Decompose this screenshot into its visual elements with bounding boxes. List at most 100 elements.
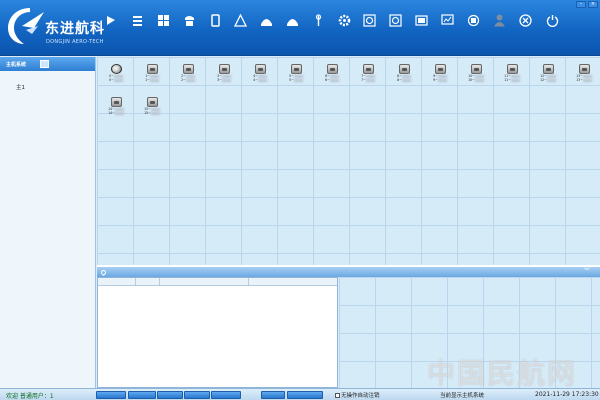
extension-status: 3~ [217,78,231,82]
toolbar-button-10[interactable] [356,6,382,42]
extension-cell[interactable]: 10~ 10~ [461,60,491,88]
phone-icon [218,64,230,74]
window-controls: – × [576,1,598,8]
extension-status: 14~ [108,111,124,115]
close-button[interactable]: × [588,1,598,8]
extension-cell[interactable]: 4~ 4~ [245,60,275,88]
watermark: 中国民航网 [427,357,578,390]
extension-cell[interactable]: 9~ 9~ [425,60,455,88]
extension-cell[interactable]: 1~ 1~ [137,60,167,88]
extension-status: 10~ [468,78,484,82]
toolbar-button-14[interactable] [460,6,486,42]
sidebar-header: 主机系统 [0,57,95,71]
close-circle-icon [518,14,532,27]
toolbar-button-9[interactable] [331,6,357,42]
auto-logout-label: 无操作自动注销 [341,393,380,399]
extension-status: 13~ [576,78,592,82]
status-button-1[interactable] [128,391,156,399]
extension-status: 1~ [145,78,159,82]
status-button-6[interactable] [287,391,323,399]
target-icon [388,14,402,27]
toolbar-button-0[interactable] [98,6,124,42]
extension-status: 11~ [504,78,520,82]
app-window: 东进航科 DONGJIN AERO-TECH – × 主机系统 主1 0~ 0~ 1… [0,0,600,400]
toolbar-button-17[interactable] [539,6,565,42]
extension-status: 4~ [253,78,267,82]
status-button-2[interactable] [157,391,183,399]
main-toolbar: 东进航科 DONGJIN AERO-TECH – × [0,0,600,56]
toolbar-button-3[interactable] [176,6,202,42]
extension-status: 5~ [289,78,303,82]
phone-icon [578,64,590,74]
message-section-bar: ︾ [97,267,600,277]
toolbar-button-5[interactable] [227,6,253,42]
extension-cell[interactable]: 11~ 11~ [497,60,527,88]
phone-icon [362,64,374,74]
toolbar-button-13[interactable] [434,6,460,42]
phone-icon [470,64,482,74]
toolbar-button-2[interactable] [150,6,176,42]
extension-grid: 0~ 0~ 1~ 1~ 2~ 2~ 3~ 3~ 4~ 4~ 5~ 5~ 6~ 6~ 7~ 7~ 8~ 8~ 9~ 9~… [97,57,600,265]
toolbar-button-8[interactable] [305,6,331,42]
speaker-icon [110,64,122,74]
auto-logout-checkbox[interactable]: 无操作自动注销 [335,391,380,399]
toolbar-button-16[interactable] [512,6,538,42]
toolbar-button-1[interactable] [124,6,150,42]
status-button-5[interactable] [261,391,285,399]
welcome-text: 欢迎 普通用户：1 [6,393,54,400]
toolbar-button-12[interactable] [408,6,434,42]
toolbar-button-6[interactable] [253,6,279,42]
phone-icon [398,64,410,74]
extension-status: 7~ [361,78,375,82]
extension-cell[interactable]: 13~ 13~ [569,60,599,88]
minimize-button[interactable]: – [576,1,586,8]
extension-cell[interactable]: 0~ 0~ [101,60,131,88]
toolbar-button-11[interactable] [382,6,408,42]
gear-icon [338,14,351,27]
dome-icon [286,14,299,27]
extension-status: 12~ [540,78,556,82]
extension-cell[interactable]: 3~ 3~ [209,60,239,88]
book-icon [209,14,222,27]
phone-icon [110,97,122,107]
phone-icon [290,64,302,74]
extension-cell[interactable]: 6~ 6~ [317,60,347,88]
tree-item-host[interactable]: 主1 [16,83,25,91]
message-table[interactable] [97,277,338,388]
toolbar-button-4[interactable] [202,6,228,42]
toolbar-button-15[interactable] [486,6,512,42]
company-logo: 东进航科 DONGJIN AERO-TECH [4,4,104,48]
extension-cell[interactable]: 12~ 12~ [533,60,563,88]
phone-icon [146,64,158,74]
extension-cell[interactable]: 5~ 5~ [281,60,311,88]
col-header[interactable] [136,278,160,285]
status-button-0[interactable] [96,391,126,399]
arrow-icon [105,14,118,27]
extension-cell[interactable]: 8~ 8~ [389,60,419,88]
monitor-icon[interactable] [40,60,49,68]
sidebar-title: 主机系统 [6,61,27,68]
chart-icon [440,14,454,27]
sidebar: 主机系统 主1 [0,57,96,388]
logo-text-en: DONGJIN AERO-TECH [46,39,104,45]
power-icon [546,14,559,27]
extension-cell[interactable]: 14~ 14~ [101,93,131,121]
phone-icon [182,64,194,74]
extension-status: 0~ [109,78,123,82]
extension-cell[interactable]: 15~ 15~ [137,93,167,121]
phone-icon [434,64,446,74]
toolbar-button-7[interactable] [279,6,305,42]
phone-icon [506,64,518,74]
status-button-3[interactable] [184,391,210,399]
extension-cell[interactable]: 2~ 2~ [173,60,203,88]
col-header[interactable] [98,278,136,285]
collapse-icon[interactable]: ︾ [584,268,590,276]
logo-text-cn: 东进航科 [45,21,105,37]
col-header[interactable] [249,278,337,285]
warning-icon [233,14,247,27]
status-button-4[interactable] [211,391,241,399]
extension-cell[interactable]: 7~ 7~ [353,60,383,88]
checkbox-icon[interactable] [335,393,340,398]
dome-icon [260,14,273,27]
col-header[interactable] [160,278,250,285]
